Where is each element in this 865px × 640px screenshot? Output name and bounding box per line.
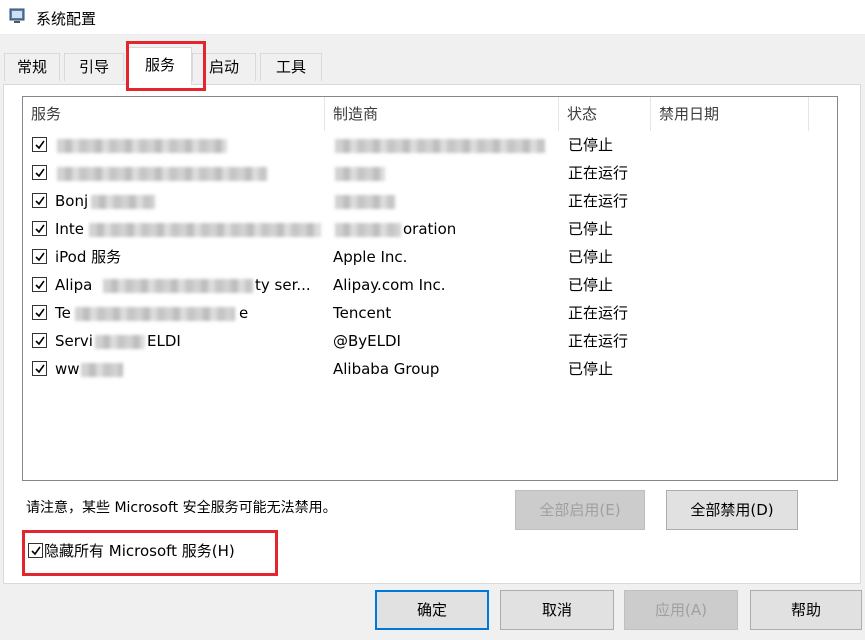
- tab-startup[interactable]: 启动: [192, 53, 256, 81]
- redacted-manufacturer: [335, 195, 395, 209]
- service-name-tail: ty ser...: [255, 276, 311, 294]
- window-title: 系统配置: [36, 10, 97, 28]
- service-checkbox[interactable]: [32, 361, 47, 376]
- checkmark-icon: [35, 308, 45, 318]
- service-status: 已停止: [568, 276, 614, 294]
- service-manufacturer: @ByELDI: [333, 332, 401, 350]
- system-config-icon: [8, 6, 28, 26]
- column-header-disabled-date[interactable]: 禁用日期: [651, 97, 809, 131]
- ok-button[interactable]: 确定: [375, 590, 489, 630]
- checkmark-icon: [35, 196, 45, 206]
- redacted-service-name: [57, 167, 267, 181]
- column-header-status[interactable]: 状态: [559, 97, 651, 131]
- service-name: iPod 服务: [55, 248, 122, 266]
- redacted-service-name: [81, 363, 123, 377]
- table-row[interactable]: ww Alibaba Group 已停止: [23, 355, 837, 383]
- redacted-service-name: [103, 279, 253, 293]
- checkmark-icon: [35, 336, 45, 346]
- service-name: Alipa: [55, 276, 93, 294]
- service-checkbox[interactable]: [32, 333, 47, 348]
- service-status: 已停止: [568, 136, 614, 154]
- service-name: ww: [55, 360, 80, 378]
- table-row[interactable]: 已停止: [23, 131, 837, 159]
- redacted-service-name: [91, 195, 155, 209]
- service-name-tail: ELDI: [147, 332, 181, 350]
- service-manufacturer: Alibaba Group: [333, 360, 440, 378]
- service-checkbox[interactable]: [32, 305, 47, 320]
- tab-tools[interactable]: 工具: [260, 53, 322, 81]
- table-row[interactable]: Alipa ty ser... Alipay.com Inc. 已停止: [23, 271, 837, 299]
- service-status: 正在运行: [568, 164, 629, 182]
- table-row[interactable]: Servi ELDI @ByELDI 正在运行: [23, 327, 837, 355]
- service-status: 正在运行: [568, 192, 629, 210]
- service-checkbox[interactable]: [32, 277, 47, 292]
- redacted-service-name: [89, 223, 321, 237]
- column-header-manufacturer[interactable]: 制造商: [325, 97, 559, 131]
- hide-microsoft-label: 隐藏所有 Microsoft 服务(H): [44, 542, 235, 560]
- service-checkbox[interactable]: [32, 249, 47, 264]
- column-header-service[interactable]: 服务: [23, 97, 325, 131]
- service-name: Servi: [55, 332, 93, 350]
- service-manufacturer: Tencent: [333, 304, 392, 322]
- table-row[interactable]: Inte oration 已停止: [23, 215, 837, 243]
- table-row[interactable]: Bonj 正在运行: [23, 187, 837, 215]
- apply-button[interactable]: 应用(A): [624, 590, 738, 630]
- service-checkbox[interactable]: [32, 165, 47, 180]
- tab-general[interactable]: 常规: [4, 53, 60, 81]
- help-button[interactable]: 帮助: [750, 590, 862, 630]
- checkmark-icon: [35, 224, 45, 234]
- service-status: 已停止: [568, 220, 614, 238]
- checkmark-icon: [35, 252, 45, 262]
- table-row[interactable]: Te e Tencent 正在运行: [23, 299, 837, 327]
- tab-strip: 常规 引导 服务 启动 工具: [0, 47, 865, 85]
- service-status: 正在运行: [568, 332, 629, 350]
- service-name-tail: e: [239, 304, 249, 322]
- table-row[interactable]: iPod 服务 Apple Inc. 已停止: [23, 243, 837, 271]
- checkmark-icon: [31, 546, 41, 556]
- checkmark-icon: [35, 140, 45, 150]
- cancel-button[interactable]: 取消: [500, 590, 614, 630]
- checkmark-icon: [35, 168, 45, 178]
- service-checkbox[interactable]: [32, 137, 47, 152]
- security-note: 请注意，某些 Microsoft 安全服务可能无法禁用。: [26, 500, 337, 516]
- services-list[interactable]: 服务 制造商 状态 禁用日期 已停止 正在运行 Bonj 正在运行 Inte o…: [22, 96, 838, 481]
- service-name: Inte: [55, 220, 85, 238]
- service-manufacturer: oration: [403, 220, 457, 238]
- redacted-manufacturer: [335, 167, 385, 181]
- disable-all-button[interactable]: 全部禁用(D): [666, 490, 798, 530]
- service-manufacturer: Alipay.com Inc.: [333, 276, 446, 294]
- service-checkbox[interactable]: [32, 221, 47, 236]
- service-manufacturer: Apple Inc.: [333, 248, 408, 266]
- redacted-service-name: [95, 335, 145, 349]
- hide-microsoft-checkbox[interactable]: [28, 543, 43, 558]
- service-checkbox[interactable]: [32, 193, 47, 208]
- service-status: 已停止: [568, 360, 614, 378]
- table-row[interactable]: 正在运行: [23, 159, 837, 187]
- service-status: 正在运行: [568, 304, 629, 322]
- checkmark-icon: [35, 364, 45, 374]
- redacted-manufacturer: [335, 223, 401, 237]
- redacted-manufacturer: [335, 139, 545, 153]
- service-name: Bonj: [55, 192, 89, 210]
- enable-all-button[interactable]: 全部启用(E): [515, 490, 645, 530]
- tab-boot[interactable]: 引导: [64, 53, 124, 81]
- checkmark-icon: [35, 280, 45, 290]
- service-status: 已停止: [568, 248, 614, 266]
- title-bar: 系统配置: [0, 0, 865, 35]
- service-name: Te: [55, 304, 71, 322]
- tab-services[interactable]: 服务: [128, 47, 192, 85]
- redacted-service-name: [75, 307, 235, 321]
- redacted-service-name: [57, 139, 227, 153]
